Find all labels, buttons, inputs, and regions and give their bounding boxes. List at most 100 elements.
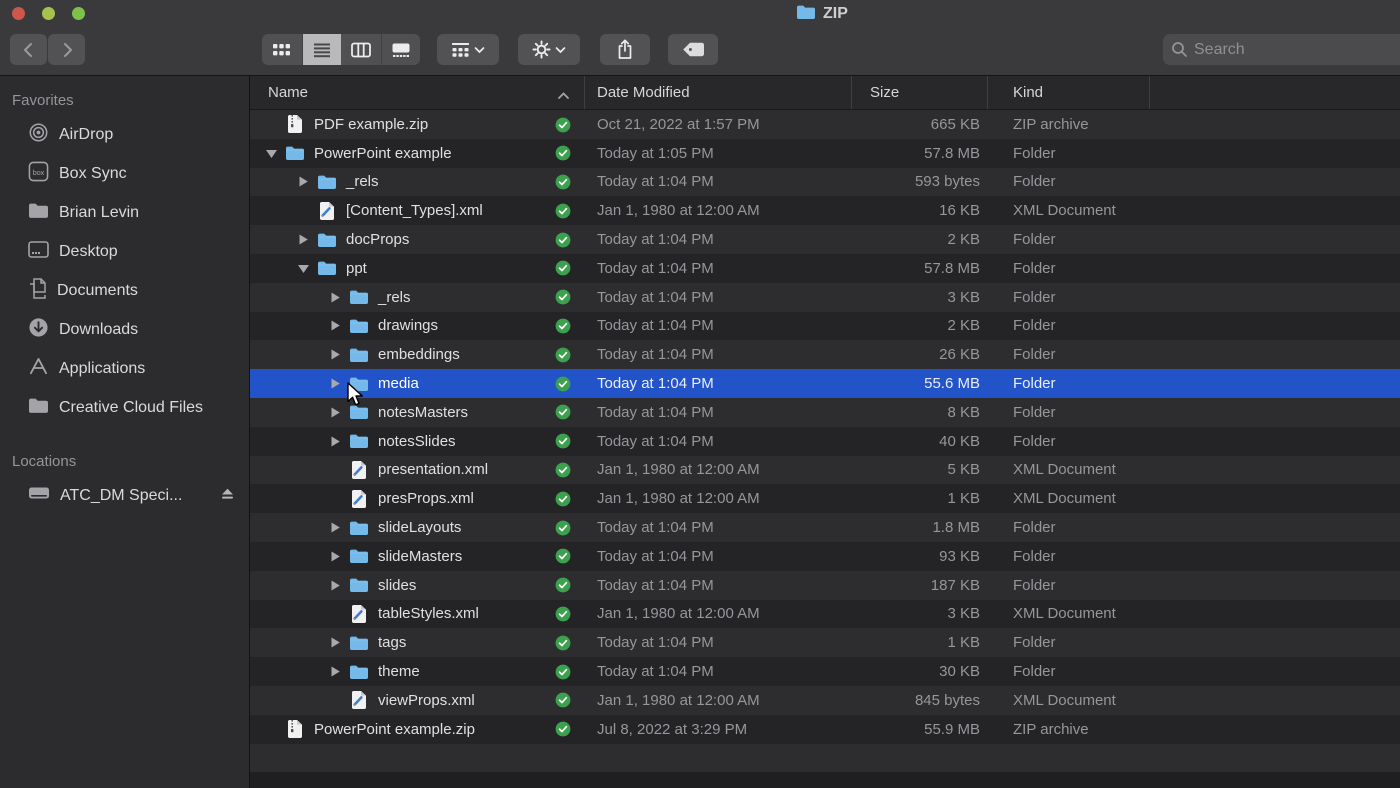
- eject-icon[interactable]: [220, 487, 235, 505]
- file-row-docprops[interactable]: docPropsToday at 1:04 PM2 KBFolder: [250, 225, 1400, 254]
- column-header-name[interactable]: Name: [250, 76, 585, 109]
- file-row-powerpoint-example-zip[interactable]: PowerPoint example.zipJul 8, 2022 at 3:2…: [250, 715, 1400, 744]
- size-cell: 55.9 MB: [852, 721, 988, 738]
- file-row-presprops-xml[interactable]: presProps.xmlJan 1, 1980 at 12:00 AM1 KB…: [250, 484, 1400, 513]
- file-row-tablestyles-xml[interactable]: tableStyles.xmlJan 1, 1980 at 12:00 AM3 …: [250, 600, 1400, 629]
- xml-file-icon: [346, 690, 372, 710]
- folder-file-icon: [346, 520, 372, 536]
- disclosure-triangle-icon[interactable]: [324, 348, 346, 361]
- folder-file-icon: [346, 289, 372, 305]
- group-by-button[interactable]: [437, 34, 499, 65]
- share-button[interactable]: [600, 34, 650, 65]
- disclosure-triangle-icon[interactable]: [292, 263, 314, 274]
- sidebar-section-label: Locations: [12, 453, 249, 470]
- disclosure-triangle-icon[interactable]: [324, 435, 346, 448]
- file-row-slides[interactable]: slidesToday at 1:04 PM187 KBFolder: [250, 571, 1400, 600]
- xml-file-icon: [314, 201, 340, 221]
- disclosure-triangle-icon[interactable]: [324, 291, 346, 304]
- search-input[interactable]: [1194, 41, 1400, 59]
- sidebar-item-documents[interactable]: Documents: [0, 271, 249, 310]
- chevron-left-icon: [19, 40, 39, 60]
- file-name: embeddings: [372, 346, 460, 363]
- disclosure-triangle-icon[interactable]: [324, 665, 346, 678]
- forward-button[interactable]: [48, 34, 85, 65]
- file-row-notesmasters[interactable]: notesMastersToday at 1:04 PM8 KBFolder: [250, 398, 1400, 427]
- grid-view-icon: [272, 42, 291, 58]
- gear-icon: [532, 40, 551, 59]
- sidebar-item-atc-dm-speci[interactable]: ATC_DM Speci...: [0, 476, 249, 515]
- sidebar-item-brian-levin[interactable]: Brian Levin: [0, 193, 249, 232]
- list-view-icon: [313, 42, 331, 58]
- window-title-text: ZIP: [823, 5, 848, 23]
- group-by-icon: [451, 42, 470, 58]
- tag-button[interactable]: [668, 34, 718, 65]
- file-row-rels[interactable]: _relsToday at 1:04 PM593 bytesFolder: [250, 168, 1400, 197]
- file-row-embeddings[interactable]: embeddingsToday at 1:04 PM26 KBFolder: [250, 340, 1400, 369]
- column-header-size[interactable]: Size: [852, 76, 988, 109]
- file-rows: PDF example.zipOct 21, 2022 at 1:57 PM66…: [250, 110, 1400, 744]
- search-field[interactable]: [1163, 34, 1400, 65]
- disclosure-triangle-icon[interactable]: [292, 175, 314, 188]
- size-cell: 26 KB: [852, 346, 988, 363]
- column-header-kind[interactable]: Kind: [988, 76, 1150, 109]
- kind-cell: XML Document: [988, 461, 1150, 478]
- sync-complete-badge-icon: [555, 318, 571, 334]
- file-row-theme[interactable]: themeToday at 1:04 PM30 KBFolder: [250, 657, 1400, 686]
- size-cell: 2 KB: [852, 317, 988, 334]
- disclosure-triangle-icon[interactable]: [324, 579, 346, 592]
- file-name: [Content_Types].xml: [340, 202, 483, 219]
- file-row-ppt[interactable]: pptToday at 1:04 PM57.8 MBFolder: [250, 254, 1400, 283]
- date-modified-cell: Jan 1, 1980 at 12:00 AM: [585, 461, 852, 478]
- sidebar-item-box-sync[interactable]: boxBox Sync: [0, 154, 249, 193]
- sidebar-item-downloads[interactable]: Downloads: [0, 310, 249, 349]
- sync-complete-badge-icon: [555, 520, 571, 536]
- icon-view-button[interactable]: [262, 34, 302, 65]
- zoom-window-button[interactable]: [72, 7, 85, 20]
- file-row-tags[interactable]: tagsToday at 1:04 PM1 KBFolder: [250, 628, 1400, 657]
- file-row-slidelayouts[interactable]: slideLayoutsToday at 1:04 PM1.8 MBFolder: [250, 513, 1400, 542]
- sync-complete-badge-icon: [555, 635, 571, 651]
- gallery-view-button[interactable]: [381, 34, 421, 65]
- sidebar-item-label: AirDrop: [59, 126, 113, 144]
- file-row-notesslides[interactable]: notesSlidesToday at 1:04 PM40 KBFolder: [250, 427, 1400, 456]
- sidebar-item-airdrop[interactable]: AirDrop: [0, 115, 249, 154]
- kind-cell: Folder: [988, 634, 1150, 651]
- date-modified-cell: Today at 1:04 PM: [585, 231, 852, 248]
- file-row-drawings[interactable]: drawingsToday at 1:04 PM2 KBFolder: [250, 312, 1400, 341]
- back-button[interactable]: [10, 34, 47, 65]
- file-row-slidemasters[interactable]: slideMastersToday at 1:04 PM93 KBFolder: [250, 542, 1400, 571]
- disclosure-triangle-icon[interactable]: [292, 233, 314, 246]
- minimize-window-button[interactable]: [42, 7, 55, 20]
- disclosure-triangle-icon[interactable]: [324, 377, 346, 390]
- kind-cell: Folder: [988, 519, 1150, 536]
- file-row-powerpoint-example[interactable]: PowerPoint exampleToday at 1:05 PM57.8 M…: [250, 139, 1400, 168]
- sidebar-item-creative-cloud-files[interactable]: Creative Cloud Files: [0, 388, 249, 427]
- disclosure-triangle-icon[interactable]: [324, 550, 346, 563]
- file-name: tableStyles.xml: [372, 605, 479, 622]
- list-view-button[interactable]: [302, 34, 342, 65]
- file-row-viewprops-xml[interactable]: viewProps.xmlJan 1, 1980 at 12:00 AM845 …: [250, 686, 1400, 715]
- zip-file-icon: [282, 114, 308, 134]
- disclosure-triangle-icon[interactable]: [324, 406, 346, 419]
- date-modified-cell: Today at 1:04 PM: [585, 289, 852, 306]
- date-modified-cell: Jan 1, 1980 at 12:00 AM: [585, 490, 852, 507]
- file-row-content-types-xml[interactable]: [Content_Types].xmlJan 1, 1980 at 12:00 …: [250, 196, 1400, 225]
- column-header-date-modified[interactable]: Date Modified: [585, 76, 852, 109]
- file-row-media[interactable]: mediaToday at 1:04 PM55.6 MBFolder: [250, 369, 1400, 398]
- file-row-presentation-xml[interactable]: presentation.xmlJan 1, 1980 at 12:00 AM5…: [250, 456, 1400, 485]
- size-cell: 8 KB: [852, 404, 988, 421]
- disclosure-triangle-icon[interactable]: [324, 636, 346, 649]
- close-window-button[interactable]: [12, 7, 25, 20]
- folder-file-icon: [346, 664, 372, 680]
- disclosure-triangle-icon[interactable]: [324, 521, 346, 534]
- file-name: ppt: [340, 260, 367, 277]
- file-row-rels[interactable]: _relsToday at 1:04 PM3 KBFolder: [250, 283, 1400, 312]
- action-gear-button[interactable]: [518, 34, 580, 65]
- disclosure-triangle-icon[interactable]: [324, 319, 346, 332]
- disclosure-triangle-icon[interactable]: [260, 148, 282, 159]
- file-name: PowerPoint example: [308, 145, 452, 162]
- sidebar-item-applications[interactable]: Applications: [0, 349, 249, 388]
- file-row-pdf-example-zip[interactable]: PDF example.zipOct 21, 2022 at 1:57 PM66…: [250, 110, 1400, 139]
- sidebar-item-desktop[interactable]: Desktop: [0, 232, 249, 271]
- column-view-button[interactable]: [341, 34, 381, 65]
